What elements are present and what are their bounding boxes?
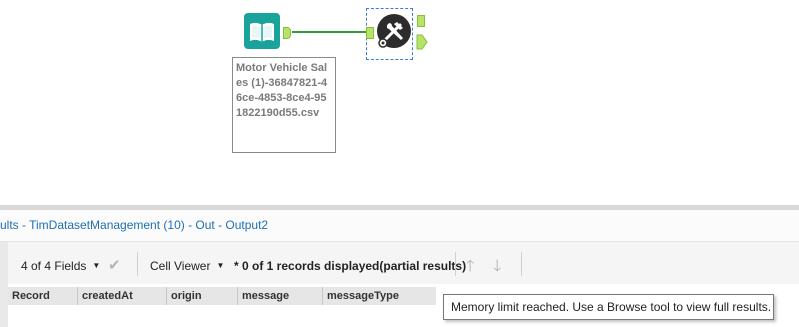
connection-line[interactable] <box>292 31 366 33</box>
fields-label: 4 of 4 Fields <box>21 259 87 273</box>
checkmark-icon[interactable]: ✔ <box>108 256 121 274</box>
results-toolbar: 4 of 4 Fields ▼ ✔ Cell Viewer ▼ * 0 of 1 r… <box>0 242 799 284</box>
records-status: * 0 of 1 records displayed(partial resul… <box>234 259 467 273</box>
wrench-hammer-icon <box>377 14 411 48</box>
output-anchor[interactable] <box>283 27 291 39</box>
fields-dropdown[interactable]: 4 of 4 Fields ▼ <box>21 259 100 273</box>
chevron-down-icon: ▼ <box>216 261 225 270</box>
column-header-createdAt[interactable]: createdAt <box>78 287 167 305</box>
results-title: ults - TimDatasetManagement (10) - Out -… <box>0 218 269 232</box>
arrow-down-icon[interactable]: 🡓 <box>493 255 501 282</box>
memory-limit-tooltip: Memory limit reached. Use a Browse tool … <box>443 294 774 320</box>
input-anchor[interactable] <box>366 27 374 39</box>
book-icon <box>244 13 280 49</box>
input-data-tool[interactable] <box>244 13 280 49</box>
toolbar-divider <box>137 252 138 276</box>
chevron-down-icon: ▼ <box>92 261 101 270</box>
column-header-record[interactable]: Record <box>8 287 78 305</box>
cell-viewer-dropdown[interactable]: Cell Viewer ▼ <box>150 259 224 273</box>
arrow-up-icon[interactable]: 🡑 <box>466 255 474 282</box>
cell-viewer-label: Cell Viewer <box>150 259 211 273</box>
results-left-gutter <box>0 242 8 327</box>
toolbar-divider <box>455 252 456 276</box>
results-header: ults - TimDatasetManagement (10) - Out -… <box>0 210 799 242</box>
column-header-messageType[interactable]: messageType <box>323 287 436 305</box>
dataset-management-tool[interactable] <box>376 13 412 49</box>
column-header-origin[interactable]: origin <box>167 287 238 305</box>
output-anchor-arrow-icon[interactable] <box>416 34 428 50</box>
column-header-message[interactable]: message <box>238 287 323 305</box>
output-anchor-top[interactable] <box>417 15 425 27</box>
toolbar-divider <box>521 252 522 276</box>
tool-annotation: Motor Vehicle Sales (1)-36847821-46ce-48… <box>232 57 336 153</box>
results-table-header: Record createdAt origin message messageT… <box>8 287 436 306</box>
workflow-canvas[interactable]: Motor Vehicle Sales (1)-36847821-46ce-48… <box>0 0 799 205</box>
